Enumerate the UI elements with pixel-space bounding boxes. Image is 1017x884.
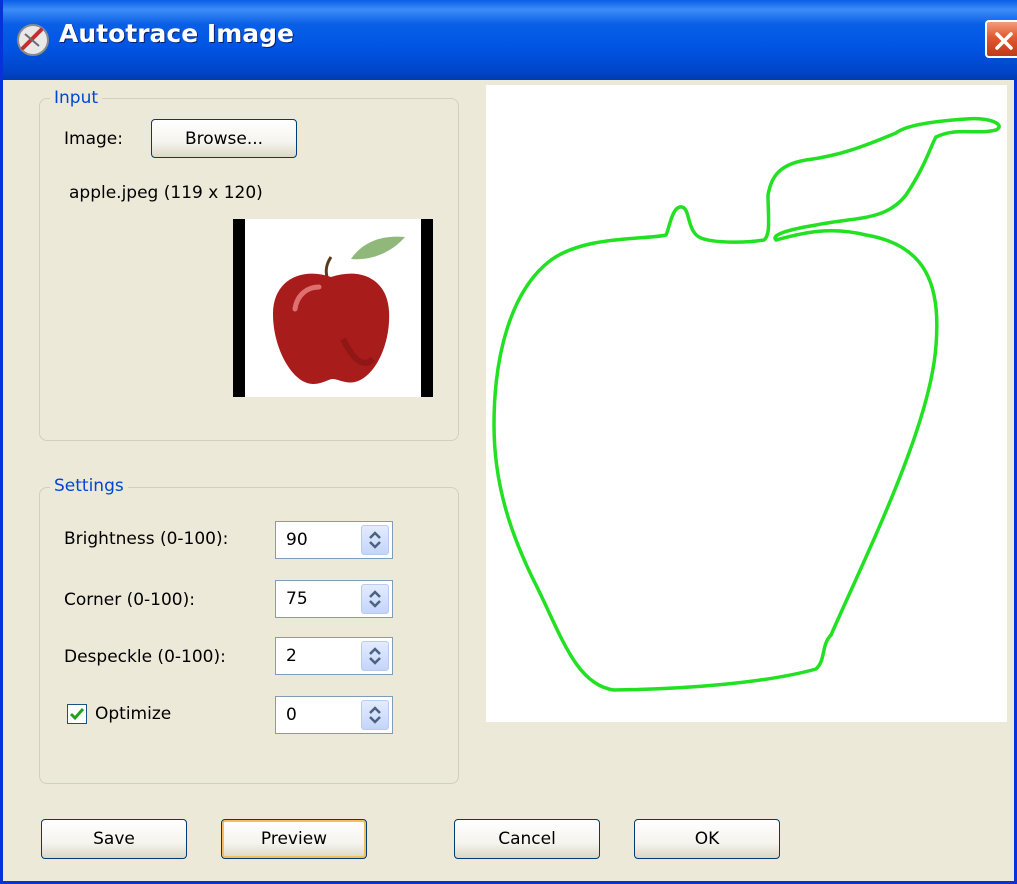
cancel-button[interactable]: Cancel: [454, 819, 600, 859]
corner-spinner-arrows[interactable]: [361, 584, 389, 614]
autotrace-dialog: Autotrace Image Input Image: Browse... a…: [0, 0, 1017, 884]
spin-up-down-icon: [369, 706, 381, 724]
settings-group-legend: Settings: [50, 476, 128, 496]
spin-up-down-icon: [369, 531, 381, 549]
input-group-legend: Input: [50, 88, 103, 108]
autotrace-app-icon: [17, 24, 49, 56]
corner-spinner[interactable]: 75: [275, 580, 393, 618]
spin-up-down-icon: [369, 647, 381, 665]
save-button[interactable]: Save: [41, 819, 187, 859]
optimize-label[interactable]: Optimize: [95, 704, 171, 724]
image-label: Image:: [64, 129, 123, 149]
corner-label: Corner (0-100):: [64, 590, 195, 610]
browse-button[interactable]: Browse...: [151, 119, 297, 158]
despeckle-label: Despeckle (0-100):: [64, 647, 226, 667]
close-icon: [995, 32, 1013, 50]
file-info: apple.jpeg (119 x 120): [69, 183, 263, 203]
title-bar[interactable]: Autotrace Image: [3, 0, 1017, 80]
optimize-spinner[interactable]: 0: [275, 696, 393, 734]
despeckle-spinner[interactable]: 2: [275, 637, 393, 675]
corner-value[interactable]: 75: [286, 589, 308, 609]
apple-thumbnail-image: [233, 219, 433, 397]
ok-button[interactable]: OK: [634, 819, 780, 859]
checkmark-icon: [69, 708, 85, 721]
brightness-label: Brightness (0-100):: [64, 529, 229, 549]
optimize-checkbox[interactable]: [67, 704, 87, 724]
despeckle-spinner-arrows[interactable]: [361, 641, 389, 671]
window-title: Autotrace Image: [59, 19, 294, 48]
optimize-spinner-arrows[interactable]: [361, 700, 389, 730]
apple-outline-trace: [492, 116, 1001, 692]
close-button[interactable]: [985, 20, 1017, 58]
brightness-spinner-arrows[interactable]: [361, 525, 389, 555]
despeckle-value[interactable]: 2: [286, 646, 297, 666]
trace-preview-canvas: [486, 85, 1007, 722]
image-thumbnail: [233, 219, 433, 397]
spin-up-down-icon: [369, 590, 381, 608]
brightness-value[interactable]: 90: [286, 530, 308, 550]
preview-button[interactable]: Preview: [221, 819, 367, 859]
brightness-spinner[interactable]: 90: [275, 521, 393, 559]
optimize-value[interactable]: 0: [286, 705, 297, 725]
